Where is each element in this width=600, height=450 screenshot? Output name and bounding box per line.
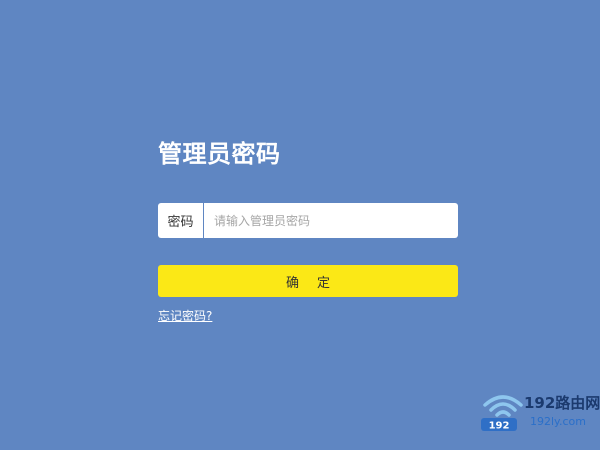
forgot-password-link[interactable]: 忘记密码? [158,307,212,324]
confirm-button[interactable]: 确定 [158,265,458,297]
password-input[interactable] [204,203,458,238]
watermark-logo-text: 192路由网 [524,394,600,412]
watermark-logo: 192 192路由网 192ly.com [480,388,600,434]
page-title: 管理员密码 [158,140,281,168]
watermark-domain: 192ly.com [530,415,586,428]
watermark-badge-text: 192 [489,421,510,432]
wifi-router-icon: 192 [481,395,523,432]
password-label: 密码 [158,203,204,238]
password-field-group: 密码 [158,203,458,238]
